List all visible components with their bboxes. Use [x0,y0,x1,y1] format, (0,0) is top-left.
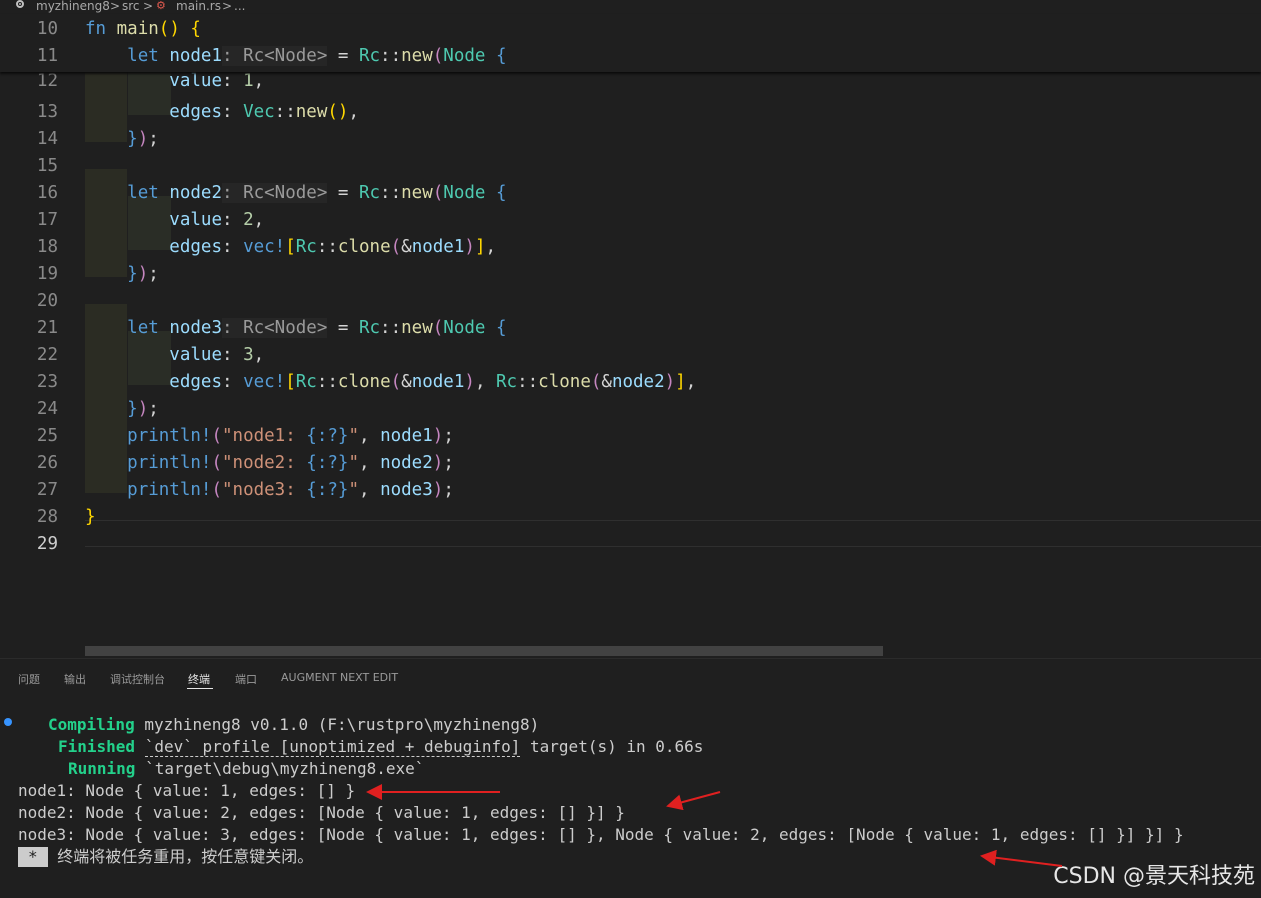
terminal-output-node1: node1: Node { value: 1, edges: [] } [18,781,356,800]
code-line[interactable]: 21 let node3: Rc<Node> = Rc::new(Node { [0,315,1261,342]
chevron-right-icon: > [143,0,154,13]
code-text[interactable]: }); [85,126,159,153]
code-line[interactable]: 12 value: 1, [0,68,1261,95]
line-number[interactable]: 11 [0,43,58,70]
code-text[interactable]: }); [85,261,159,288]
running-label: Running [68,759,136,778]
line-number[interactable]: 20 [0,288,58,315]
breadcrumb-more[interactable]: ... [234,0,245,12]
code-text[interactable]: } [85,504,96,531]
line-number[interactable]: 26 [0,450,58,477]
sticky-line[interactable]: 11 let node1: Rc<Node> = Rc::new(Node { [0,43,1261,70]
tab-debug-console[interactable]: 调试控制台 [110,671,165,687]
code-line[interactable]: 22 value: 3, [0,342,1261,369]
horizontal-scrollbar[interactable] [85,646,883,656]
line-number[interactable]: 14 [0,126,58,153]
line-number[interactable]: 22 [0,342,58,369]
running-text: `target\debug\myzhineng8.exe` [135,759,425,778]
code-text[interactable]: value: 3, [85,342,264,369]
chevron-right-icon: > [110,0,121,13]
terminal-line-finished: Finished `dev` profile [unoptimized + de… [58,736,703,758]
code-line[interactable]: 15 [0,153,1261,180]
code-editor[interactable]: 12 value: 1, 13 edges: Vec::new(), 14 }); 1… [0,14,1261,658]
chevron-right-icon: > [222,0,233,13]
line-number[interactable]: 13 [0,99,58,126]
panel-tab-bar: 问题 输出 调试控制台 终端 端口 AUGMENT NEXT EDIT [0,658,1261,697]
code-line[interactable]: 17 value: 2, [0,207,1261,234]
command-status-icon[interactable] [4,718,12,726]
terminal-line-reuse: * 终端将被任务重用，按任意键关闭。 [18,846,313,868]
tab-ports[interactable]: 端口 [235,671,257,687]
breadcrumb: myzhineng8 > src > ⚙ main.rs > ... [0,0,1261,14]
line-number[interactable]: 23 [0,369,58,396]
line-number[interactable]: 25 [0,423,58,450]
terminal-star-badge: * [18,847,48,867]
line-number[interactable]: 24 [0,396,58,423]
code-line[interactable]: 28} [0,504,1261,531]
line-number[interactable]: 21 [0,315,58,342]
code-line[interactable]: 18 edges: vec![Rc::clone(&node1)], [0,234,1261,261]
compiling-label: Compiling [48,715,135,734]
line-number[interactable]: 19 [0,261,58,288]
line-number[interactable]: 15 [0,153,58,180]
terminal-line-running: Running `target\debug\myzhineng8.exe` [68,758,424,780]
code-text[interactable]: }); [85,396,159,423]
breadcrumb-folder[interactable]: src [122,0,140,12]
code-line[interactable]: 14 }); [0,126,1261,153]
tab-output[interactable]: 输出 [64,671,86,687]
watermark: CSDN @景天科技苑 [1053,864,1255,889]
code-text[interactable]: let node3: Rc<Node> = Rc::new(Node { [85,315,507,342]
active-tab-indicator [187,688,213,689]
code-text[interactable]: value: 2, [85,207,264,234]
code-line[interactable]: 27 println!("node3: {:?}", node3); [0,477,1261,504]
terminal-line-compiling: Compiling myzhineng8 v0.1.0 (F:\rustpro\… [48,714,539,736]
rust-project-icon [16,0,24,8]
code-line[interactable]: 13 edges: Vec::new(), [0,99,1261,126]
code-line[interactable]: 29 [0,531,1261,558]
finished-text: target(s) in 0.66s [520,737,704,756]
line-number[interactable]: 17 [0,207,58,234]
code-line[interactable]: 19 }); [0,261,1261,288]
code-text[interactable]: println!("node3: {:?}", node3); [85,477,454,504]
breadcrumb-project[interactable]: myzhineng8 [36,0,110,12]
terminal-output-node2: node2: Node { value: 2, edges: [Node { v… [18,803,625,822]
tab-terminal[interactable]: 终端 [188,671,210,687]
code-text[interactable]: let node2: Rc<Node> = Rc::new(Node { [85,180,507,207]
line-number[interactable]: 27 [0,477,58,504]
breadcrumb-file[interactable]: main.rs [176,0,221,12]
compiling-text: myzhineng8 v0.1.0 (F:\rustpro\myzhineng8… [134,715,540,734]
code-text[interactable]: edges: Vec::new(), [85,99,359,126]
line-number[interactable]: 12 [0,68,58,95]
tab-augment-next-edit[interactable]: AUGMENT NEXT EDIT [281,671,398,684]
code-line[interactable]: 20 [0,288,1261,315]
line-number[interactable]: 10 [0,16,58,43]
code-line[interactable]: 24 }); [0,396,1261,423]
code-text[interactable]: edges: vec![Rc::clone(&node1)], [85,234,496,261]
code-text[interactable]: edges: vec![Rc::clone(&node1), Rc::clone… [85,369,696,396]
line-number[interactable]: 18 [0,234,58,261]
code-text[interactable]: let node1: Rc<Node> = Rc::new(Node { [85,43,507,70]
sticky-scroll-header[interactable]: 10 fn main() {11 let node1: Rc<Node> = Rc… [0,14,1261,72]
rust-file-icon: ⚙ [156,0,166,12]
finished-profile-link[interactable]: `dev` profile [unoptimized + debuginfo] [144,737,521,757]
terminal-output-node3: node3: Node { value: 3, edges: [Node { v… [18,825,1184,844]
tab-problems[interactable]: 问题 [18,671,40,687]
line-number[interactable]: 29 [0,531,58,558]
line-number[interactable]: 16 [0,180,58,207]
code-line[interactable]: 25 println!("node1: {:?}", node1); [0,423,1261,450]
code-text[interactable]: value: 1, [85,68,264,95]
sticky-line[interactable]: 10 fn main() { [0,16,1261,43]
code-text[interactable]: println!("node1: {:?}", node1); [85,423,454,450]
terminal-reuse-message: 终端将被任务重用，按任意键关闭。 [57,847,314,866]
code-line[interactable]: 23 edges: vec![Rc::clone(&node1), Rc::cl… [0,369,1261,396]
code-text[interactable]: println!("node2: {:?}", node2); [85,450,454,477]
code-text[interactable]: fn main() { [85,16,201,43]
line-number[interactable]: 28 [0,504,58,531]
code-line[interactable]: 26 println!("node2: {:?}", node2); [0,450,1261,477]
code-line[interactable]: 16 let node2: Rc<Node> = Rc::new(Node { [0,180,1261,207]
finished-label: Finished [58,737,136,756]
